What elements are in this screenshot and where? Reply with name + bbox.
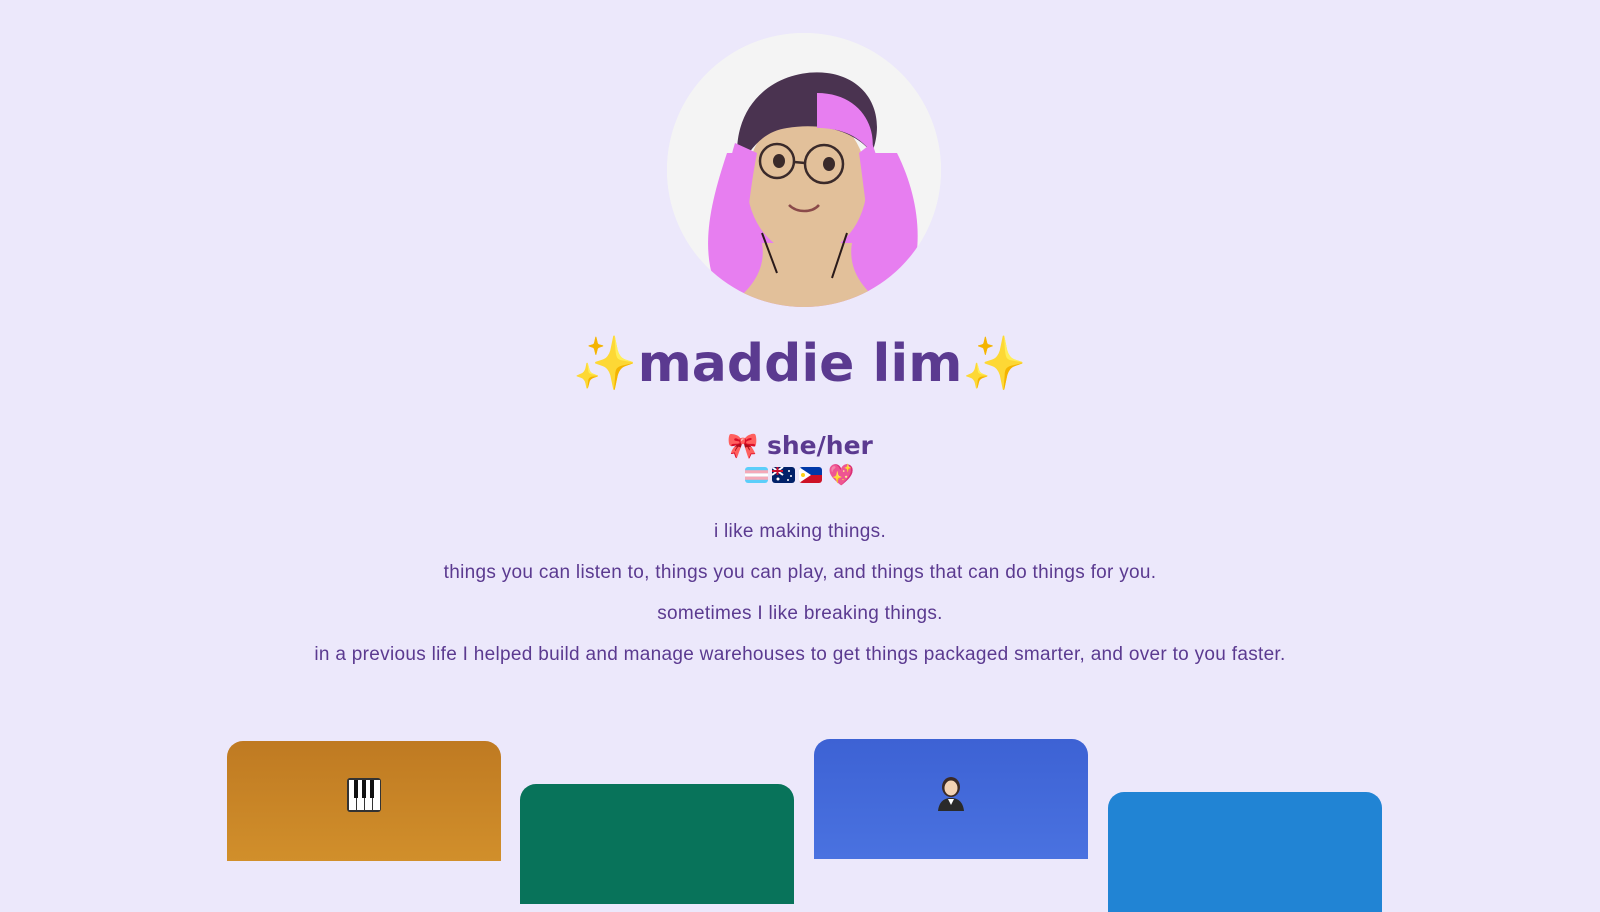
- sparkle-icon: ✨: [962, 334, 1028, 394]
- philippines-flag-icon: [799, 467, 823, 483]
- card-games[interactable]: [520, 784, 794, 904]
- identity-flags: 💖: [0, 463, 1600, 487]
- avatar-illustration: [667, 33, 941, 307]
- australia-flag-icon: [772, 467, 796, 483]
- bio-line: in a previous life I helped build and ma…: [314, 644, 1286, 665]
- profile-avatar: [667, 33, 941, 307]
- profile-title: ✨maddie lim✨: [0, 334, 1600, 394]
- person-icon: [934, 775, 968, 811]
- pronouns: 🎀 she/her: [0, 431, 1600, 461]
- card-other[interactable]: [1108, 792, 1382, 912]
- card-music[interactable]: [227, 741, 501, 861]
- profile-name: maddie lim: [637, 334, 963, 394]
- ribbon-icon: 🎀: [727, 431, 759, 460]
- card-work[interactable]: [814, 739, 1088, 859]
- bio-line: i like making things.: [713, 521, 887, 542]
- sparkle-icon: ✨: [572, 334, 638, 394]
- piano-icon: [347, 778, 381, 812]
- trans-flag-icon: [745, 467, 769, 483]
- sparkling-heart-icon: 💖: [828, 463, 855, 487]
- bio-line: sometimes I like breaking things.: [657, 603, 943, 624]
- pronouns-text: she/her: [767, 431, 873, 460]
- bio-line: things you can listen to, things you can…: [443, 562, 1157, 583]
